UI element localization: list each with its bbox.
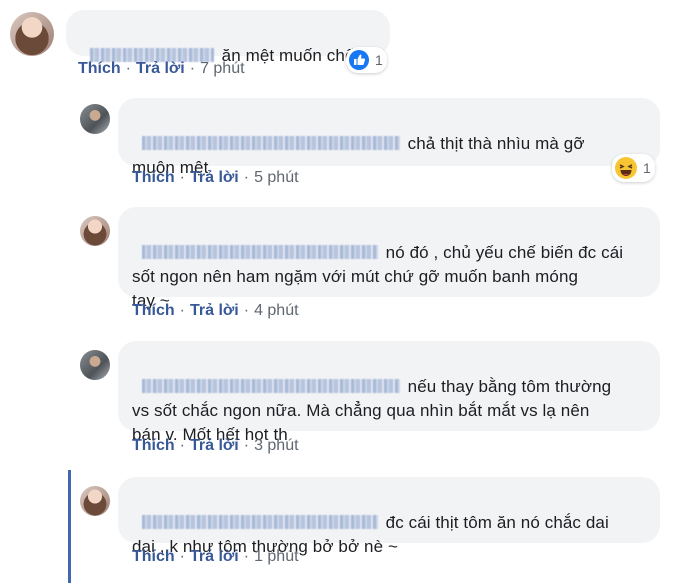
reaction-count: 1: [375, 52, 383, 68]
reply-link[interactable]: Trả lời: [136, 60, 185, 77]
reaction-count: 1: [643, 160, 651, 176]
reply-link[interactable]: Trả lời: [190, 548, 239, 565]
reaction-summary[interactable]: 1: [346, 47, 387, 73]
timestamp[interactable]: 5 phút: [254, 169, 298, 186]
blurred-author-name: [141, 136, 400, 150]
timestamp[interactable]: 3 phút: [254, 437, 298, 454]
comment-actions: Thích · Trả lời · 4 phút: [132, 302, 299, 319]
like-link[interactable]: Thích: [132, 302, 175, 319]
reaction-summary[interactable]: 1: [612, 154, 655, 182]
laughing-emoji-icon: [615, 157, 637, 179]
avatar[interactable]: [80, 350, 110, 380]
like-link[interactable]: Thích: [132, 437, 175, 454]
thread-highlight-bar: [68, 470, 71, 583]
avatar[interactable]: [10, 12, 54, 56]
comment-actions: Thích · Trả lời · 5 phút: [132, 169, 299, 186]
like-link[interactable]: Thích: [132, 169, 175, 186]
comment-bubble: đc cái thịt tôm ăn nó chắc dai dai , k n…: [118, 477, 660, 556]
avatar[interactable]: [80, 216, 110, 246]
comment-actions: Thích · Trả lời · 1 phút: [132, 548, 299, 565]
reply-link[interactable]: Trả lời: [190, 302, 239, 319]
thumbs-up-icon: [349, 50, 369, 70]
comment-bubble: nếu thay bằng tôm thường vs sốt chắc ngo…: [118, 341, 660, 444]
reply-link[interactable]: Trả lời: [190, 169, 239, 186]
comment-actions: Thích · Trả lời · 7 phút: [78, 60, 245, 77]
blurred-author-name: [141, 245, 378, 259]
comment-actions: Thích · Trả lời · 3 phút: [132, 437, 299, 454]
blurred-author-name: [141, 515, 378, 529]
like-link[interactable]: Thích: [132, 548, 175, 565]
timestamp[interactable]: 4 phút: [254, 302, 298, 319]
blurred-author-name: [141, 379, 400, 393]
avatar[interactable]: [80, 486, 110, 516]
reply-link[interactable]: Trả lời: [190, 437, 239, 454]
timestamp[interactable]: 7 phút: [200, 60, 244, 77]
timestamp[interactable]: 1 phút: [254, 548, 298, 565]
comment-bubble: ăn mệt muốn chết ~: [66, 10, 390, 65]
comment-bubble: nó đó , chủ yếu chế biến đc cái sốt ngon…: [118, 207, 660, 310]
comment-bubble: chả thịt thà nhìu mà gỡ muôn mệt: [118, 98, 660, 177]
avatar[interactable]: [80, 104, 110, 134]
like-link[interactable]: Thích: [78, 60, 121, 77]
